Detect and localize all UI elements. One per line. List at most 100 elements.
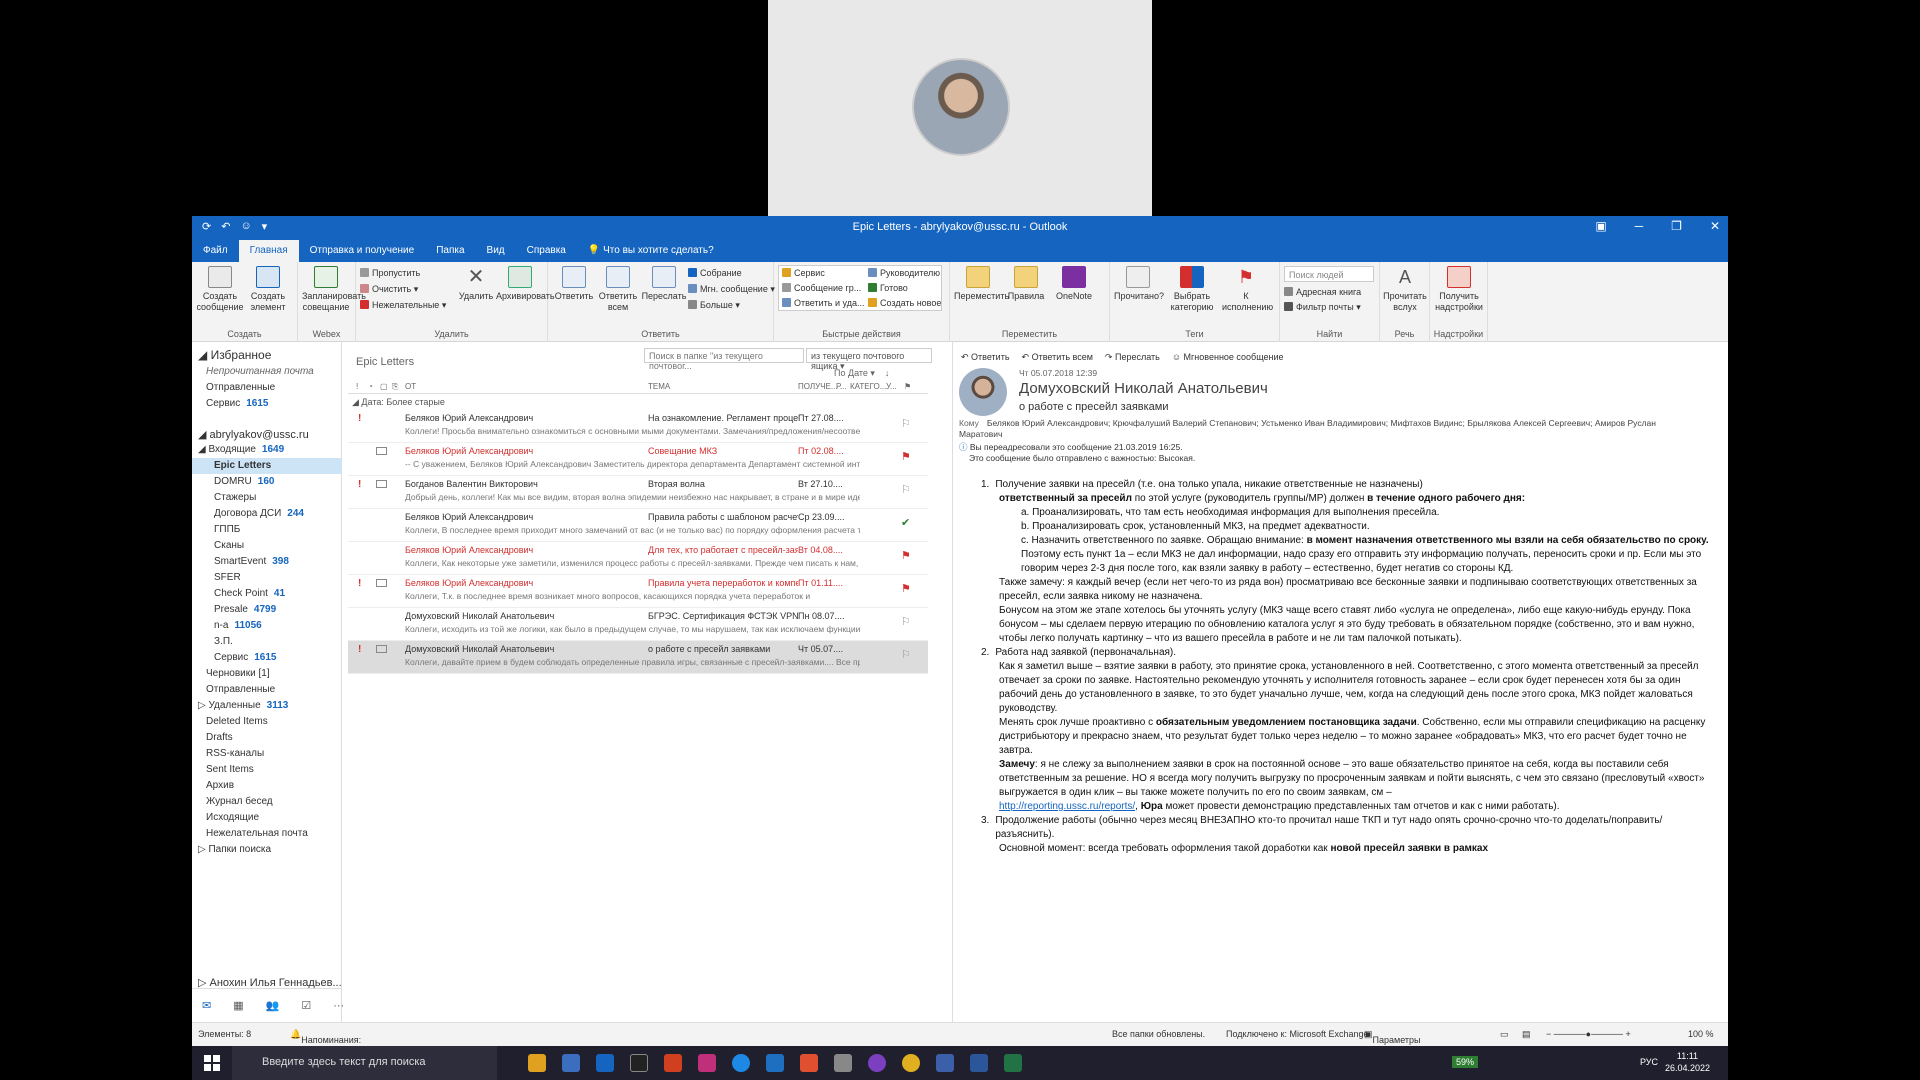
rules-button[interactable]: Правила [1002, 266, 1050, 302]
reminders[interactable]: 🔔 Напоминания: 3 [290, 1029, 361, 1046]
app-icon[interactable] [868, 1054, 886, 1072]
icon-column-icon[interactable]: ▢ [380, 382, 388, 391]
message-row[interactable]: Домуховский Николай Анатольевич БГРЭС. С… [348, 608, 928, 641]
explorer-icon[interactable] [528, 1054, 546, 1072]
follow-up-button[interactable]: ⚑ К исполнению [1222, 266, 1273, 313]
folder-sent[interactable]: Отправленные [206, 684, 356, 695]
visio-icon[interactable] [936, 1054, 954, 1072]
ribbon-display-icon[interactable]: ▣ [1595, 219, 1606, 233]
app-icon[interactable] [698, 1054, 716, 1072]
recipients-list[interactable]: Беляков Юрий Александрович; Крючфалуший … [959, 418, 1656, 439]
more-respond-button[interactable]: Больше ▾ [688, 300, 740, 311]
folder-checkpoint[interactable]: Check Point 41 [214, 588, 364, 599]
forward-button[interactable]: Переслать [640, 266, 688, 302]
qs-manager[interactable]: Руководителю [868, 268, 940, 278]
zoom-slider[interactable]: − ─────●───── + [1546, 1029, 1631, 1039]
qs-new[interactable]: Создать новое [868, 298, 941, 308]
folder-interns[interactable]: Стажеры [214, 492, 364, 503]
folder-zp[interactable]: З.П. [214, 636, 364, 647]
webex-icon[interactable] [664, 1054, 682, 1072]
search-people-input[interactable]: Поиск людей [1284, 266, 1374, 282]
sort-dropdown[interactable]: По Дате ▾ ↓ [834, 368, 889, 379]
folder-sent-items[interactable]: Sent Items [206, 764, 356, 775]
account-header[interactable]: ◢ abrylyakov@ussc.ru [198, 428, 348, 441]
flag-icon[interactable]: ⚑ [901, 582, 911, 595]
meeting-button[interactable]: Собрание [688, 268, 742, 278]
ignore-button[interactable]: Пропустить [360, 268, 420, 278]
folder-dsi-contracts[interactable]: Договора ДСИ 244 [214, 508, 364, 519]
clock[interactable]: 11:11 26.04.2022 [1665, 1050, 1710, 1074]
normal-view-icon[interactable]: ▭ [1500, 1029, 1509, 1040]
flag-icon[interactable]: ⚑ [901, 549, 911, 562]
qs-msg-group[interactable]: Сообщение гр... [782, 283, 861, 293]
get-addins-button[interactable]: Получить надстройки [1435, 266, 1483, 313]
message-row[interactable]: Беляков Юрий Александрович Правила работ… [348, 509, 928, 542]
junk-button[interactable]: Нежелательные ▾ [360, 300, 446, 311]
tab-file[interactable]: Файл [192, 240, 239, 262]
tell-me-box[interactable]: 💡 Что вы хотите сделать? [577, 240, 725, 262]
app-icon[interactable] [800, 1054, 818, 1072]
qs-done[interactable]: Готово [868, 283, 908, 293]
app-icon[interactable] [834, 1054, 852, 1072]
importance-column-icon[interactable]: ! [356, 382, 358, 391]
folder-deleted-items[interactable]: Deleted Items [206, 716, 356, 727]
folder-rss[interactable]: RSS-каналы [206, 748, 356, 759]
edge-icon[interactable] [732, 1054, 750, 1072]
tab-home[interactable]: Главная [238, 240, 299, 262]
reminder-column-icon[interactable]: ◔ [368, 382, 373, 391]
im-button[interactable]: Мгн. сообщение ▾ [688, 284, 775, 295]
qs-reply-delete[interactable]: Ответить и уда... [782, 298, 864, 308]
reporting-link[interactable]: http://reporting.ussc.ru/reports/ [999, 801, 1135, 812]
folder-search-folders[interactable]: ▷ Папки поиска [198, 844, 348, 855]
minimize-icon[interactable]: ─ [1635, 219, 1644, 233]
favorites-header[interactable]: ◢ Избранное [198, 348, 348, 362]
message-row[interactable]: Беляков Юрий Александрович Совещание МКЗ… [348, 443, 928, 476]
qs-service[interactable]: Сервис [782, 268, 825, 278]
folder-inbox[interactable]: ◢ Входящие 1649 [198, 444, 348, 455]
chrome-icon[interactable] [902, 1054, 920, 1072]
message-row-selected[interactable]: ! Домуховский Николай Анатольевич о рабо… [348, 641, 928, 674]
folder-service[interactable]: Сервис 1615 [214, 652, 364, 663]
calendar-icon[interactable]: ▦ [233, 999, 243, 1012]
folder-search-input[interactable]: Поиск в папке "из текущего почтовог... [644, 348, 804, 371]
people-icon[interactable]: 👥 [266, 999, 280, 1012]
folder-presale[interactable]: Presale 4799 [214, 604, 364, 615]
group-header[interactable]: ◢ Дата: Более старые [352, 397, 445, 408]
excel-icon[interactable] [1004, 1054, 1022, 1072]
battery-indicator[interactable]: 59% [1451, 1056, 1478, 1068]
col-size[interactable]: Р... [836, 382, 847, 391]
reply-action[interactable]: ↶ Ответить [961, 352, 1010, 363]
folder-junk[interactable]: Нежелательная почта [206, 828, 356, 839]
flag-outline-icon[interactable]: ⚐ [901, 615, 911, 628]
categorize-button[interactable]: Выбрать категорию [1168, 266, 1216, 313]
language-indicator[interactable]: РУС [1640, 1057, 1658, 1067]
flag-icon[interactable]: ⚑ [901, 450, 911, 463]
forward-action[interactable]: ↷ Переслать [1105, 352, 1160, 363]
col-received[interactable]: ПОЛУЧЕ... [798, 382, 838, 391]
folder-domru[interactable]: DOMRU 160 [214, 476, 364, 487]
reply-button[interactable]: Ответить [550, 266, 598, 302]
ie-icon[interactable] [766, 1054, 784, 1072]
taskbar-search[interactable]: Введите здесь текст для поиска [232, 1046, 497, 1080]
outlook-taskbar-icon[interactable] [596, 1054, 614, 1072]
flag-column-icon[interactable]: ⚑ [904, 382, 911, 391]
more-icon[interactable]: ··· [333, 1000, 344, 1012]
flag-outline-icon[interactable]: ⚐ [901, 417, 911, 430]
schedule-meeting-button[interactable]: Запланировать совещание [302, 266, 366, 313]
reply-all-button[interactable]: Ответить всем [594, 266, 642, 313]
clean-button[interactable]: Очистить ▾ [360, 284, 418, 295]
message-sender[interactable]: Домуховский Николай Анатольевич [1019, 380, 1268, 397]
col-from[interactable]: ОТ [405, 382, 416, 391]
archive-button[interactable]: Архивировать [496, 266, 555, 302]
message-row[interactable]: ! Богданов Валентин Викторович Вторая во… [348, 476, 928, 509]
search-scope-dropdown[interactable]: из текущего почтового ящика ▾ [806, 348, 932, 371]
new-item-button[interactable]: Создать элемент [244, 266, 292, 313]
checkmark-icon[interactable]: ✔ [901, 516, 910, 529]
read-unread-button[interactable]: Прочитано? [1114, 266, 1164, 302]
delete-button[interactable]: ✕ Удалить [452, 266, 500, 302]
col-category[interactable]: КАТЕГО... [850, 382, 886, 391]
flag-outline-icon[interactable]: ⚐ [901, 483, 911, 496]
address-book-button[interactable]: Адресная книга [1284, 287, 1361, 297]
windows-start-icon[interactable] [204, 1055, 220, 1071]
message-row[interactable]: Беляков Юрий Александрович Для тех, кто … [348, 542, 928, 575]
